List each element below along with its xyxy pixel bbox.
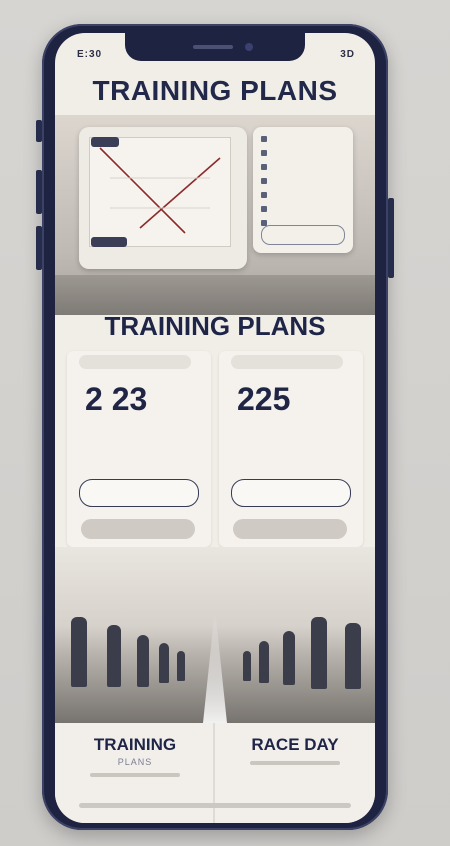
plan-card[interactable]: 225	[219, 351, 363, 547]
route-map[interactable]	[89, 137, 231, 247]
section-title: TRAINING PLANS	[104, 311, 326, 341]
runner-figure	[243, 651, 251, 681]
plan-details-panel	[253, 127, 353, 253]
runner-figure	[159, 643, 169, 683]
panel-bullet-icon	[261, 150, 267, 156]
road-lane	[203, 613, 227, 723]
panel-row	[261, 177, 271, 185]
panel-row	[261, 191, 271, 199]
panel-row	[261, 135, 271, 143]
side-button-left-top	[36, 120, 42, 142]
plan-select-button[interactable]	[79, 479, 199, 507]
plan-secondary-button[interactable]	[81, 519, 195, 539]
runner-figure	[345, 623, 361, 689]
runner-figure	[107, 625, 121, 687]
hero-banner	[55, 115, 375, 315]
tab-training-plans[interactable]: TRAINING PLANS	[55, 723, 215, 823]
tab-label: TRAINING	[93, 735, 177, 754]
panel-bullet-icon	[261, 164, 267, 170]
notch	[125, 33, 305, 61]
tab-race-day[interactable]: RACE DAY	[215, 723, 375, 823]
side-button-left-low	[36, 226, 42, 270]
runners-image	[55, 547, 375, 723]
hero-road	[55, 275, 375, 315]
plan-tag	[231, 355, 343, 369]
tab-sublabel: PLANS	[117, 757, 153, 767]
runner-figure	[177, 651, 185, 681]
tab-label: RACE DAY	[251, 735, 339, 754]
panel-bullet-icon	[261, 178, 267, 184]
panel-action-button[interactable]	[261, 225, 345, 245]
panel-bullet-icon	[261, 192, 267, 198]
runner-figure	[311, 617, 327, 689]
runner-figure	[259, 641, 269, 683]
speaker	[193, 45, 233, 49]
plan-secondary-button[interactable]	[233, 519, 347, 539]
panel-row	[261, 205, 271, 213]
panel-bullet-icon	[261, 136, 267, 142]
status-time: E:30	[77, 49, 103, 60]
panel-row	[261, 163, 271, 171]
phone-screen: E:30 3D TRAINING PLANS TRAINING PLANS 2 …	[55, 33, 375, 823]
plan-value: 225	[237, 381, 291, 417]
route-lines	[99, 147, 221, 234]
map-button-bottom[interactable]	[91, 237, 127, 247]
tab-placeholder-line	[90, 773, 180, 777]
runner-figure	[71, 617, 87, 687]
plan-card[interactable]: 2 23	[67, 351, 211, 547]
panel-row	[261, 149, 271, 157]
home-indicator	[79, 803, 351, 808]
plan-value: 2 23	[85, 381, 148, 417]
route-map-card[interactable]	[79, 127, 247, 269]
map-button-top[interactable]	[91, 137, 119, 147]
status-icons: 3D	[340, 49, 355, 60]
plan-cards: 2 23 225	[67, 351, 363, 547]
page-title: TRAINING PLANS	[92, 75, 338, 106]
runner-figure	[283, 631, 295, 685]
panel-bullet-icon	[261, 206, 267, 212]
tab-placeholder-line	[250, 761, 340, 765]
side-button-left-mid	[36, 170, 42, 214]
plan-tag	[79, 355, 191, 369]
runner-figure	[137, 635, 149, 687]
camera	[245, 43, 253, 51]
bottom-tabs: TRAINING PLANS RACE DAY	[55, 723, 375, 823]
side-button-right	[388, 198, 394, 278]
plan-select-button[interactable]	[231, 479, 351, 507]
